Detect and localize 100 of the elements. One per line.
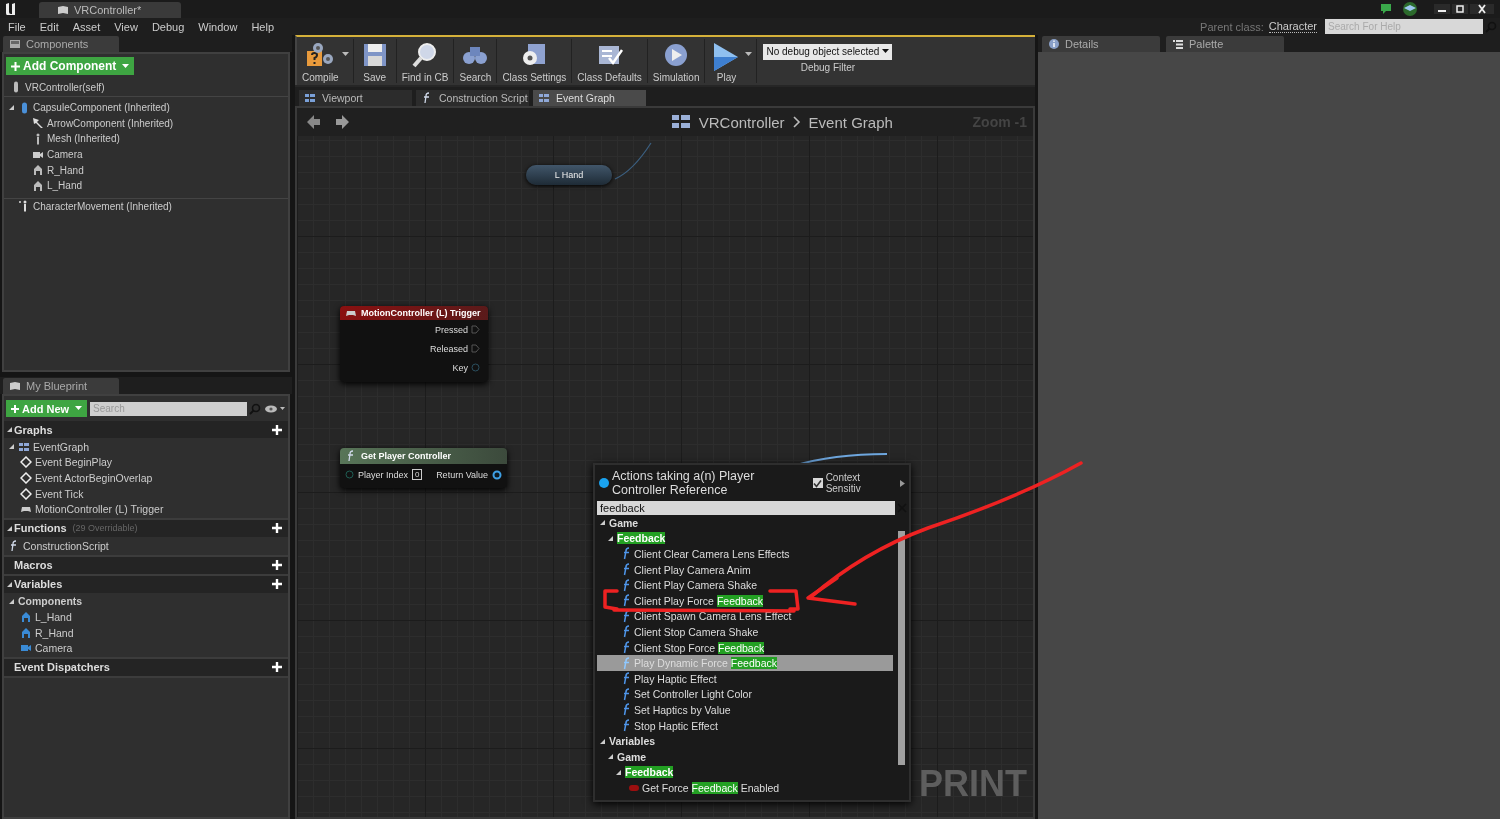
breadcrumb-link[interactable]: Event Graph — [808, 113, 893, 131]
menu-item[interactable]: Debug — [151, 20, 195, 33]
blueprint-item[interactable]: Event BeginPlay — [35, 456, 113, 469]
component-item[interactable]: CharacterMovement (Inherited) — [33, 200, 172, 212]
toolbar-button[interactable]: Class Defaults — [574, 41, 645, 83]
component-item[interactable]: Camera — [47, 149, 83, 161]
plus-icon[interactable] — [272, 662, 282, 673]
expand-arrow-icon[interactable] — [8, 443, 15, 451]
panel-tab[interactable]: My Blueprint — [3, 378, 119, 394]
panel-tab[interactable]: Details — [1042, 36, 1160, 52]
back-arrow-icon[interactable] — [305, 114, 321, 130]
panel-tab[interactable]: Palette — [1166, 36, 1284, 52]
function-icon — [621, 563, 631, 577]
expand-arrow-icon[interactable] — [6, 580, 13, 588]
expand-arrow-icon[interactable] — [615, 768, 622, 776]
pin-label: Released — [429, 343, 468, 354]
blueprint-item[interactable]: EventGraph — [33, 440, 90, 453]
menu-item[interactable]: File — [8, 20, 36, 33]
blueprint-item[interactable]: R_Hand — [35, 626, 74, 639]
expand-arrow-icon[interactable] — [607, 753, 614, 761]
variable-node[interactable]: L Hand — [526, 165, 612, 185]
plus-icon[interactable] — [272, 424, 282, 435]
component-item[interactable]: ArrowComponent (Inherited) — [47, 117, 174, 129]
expand-arrow-icon[interactable] — [8, 597, 15, 605]
action-item[interactable]: Set Haptics by Value — [634, 703, 731, 716]
toolbar-button[interactable]: Play — [707, 41, 746, 83]
document-tab[interactable]: VRController* — [39, 2, 182, 18]
component-item[interactable]: Mesh (Inherited) — [47, 133, 120, 145]
toolbar-button[interactable]: Class Settings — [499, 41, 570, 83]
panel-tab[interactable]: Components — [3, 36, 119, 52]
action-item[interactable]: Client Play Camera Anim — [634, 563, 751, 576]
toolbar-button[interactable]: Find in CB — [398, 41, 452, 83]
minimize-icon[interactable] — [1434, 4, 1450, 14]
plus-icon[interactable] — [272, 579, 282, 590]
category-label[interactable]: Components — [18, 595, 83, 608]
editor-tab[interactable]: Viewport — [299, 90, 412, 106]
toolbar-button[interactable]: Save — [355, 41, 394, 83]
menu-item[interactable]: View — [114, 20, 148, 33]
data-pin-icon[interactable] — [492, 469, 502, 480]
category-label[interactable]: Game — [609, 516, 639, 529]
action-item[interactable]: Client Play Force Feedback — [634, 594, 763, 607]
section-header[interactable]: Graphs — [4, 421, 288, 438]
plus-icon[interactable] — [272, 523, 282, 534]
menu-item[interactable]: Asset — [72, 20, 111, 33]
blueprint-item[interactable]: L_Hand — [35, 610, 72, 623]
eye-icon[interactable] — [264, 403, 286, 414]
expand-arrow-icon[interactable] — [599, 737, 606, 745]
menu-item[interactable]: Help — [251, 20, 285, 33]
editor-tab[interactable]: Construction Script — [416, 90, 529, 106]
blueprint-item[interactable]: Event Tick — [35, 487, 84, 500]
caret-icon[interactable] — [745, 52, 753, 57]
breadcrumb-link[interactable]: VRController — [698, 113, 785, 131]
action-item[interactable]: Client Clear Camera Lens Effects — [634, 548, 790, 560]
component-item[interactable]: R_Hand — [47, 164, 84, 176]
function-icon — [621, 719, 631, 732]
pin-value-field[interactable]: 0 — [412, 469, 423, 480]
action-item[interactable]: Client Play Camera Shake — [634, 579, 758, 592]
parent-class-link[interactable]: Character — [1268, 20, 1317, 33]
maximize-icon[interactable] — [1452, 4, 1468, 14]
search-field[interactable]: feedback — [597, 501, 895, 515]
toolbar-button[interactable]: Simulation — [649, 41, 703, 83]
category-label[interactable]: Variables — [609, 735, 656, 748]
action-item[interactable]: Stop Haptic Effect — [634, 719, 718, 732]
checkbox[interactable] — [812, 478, 823, 488]
component-item[interactable]: L_Hand — [47, 180, 83, 192]
debug-object-dropdown[interactable]: No debug object selected — [763, 43, 893, 60]
action-item[interactable]: Play Haptic Effect — [634, 672, 717, 685]
diamond-icon — [20, 487, 32, 500]
forward-arrow-icon[interactable] — [335, 114, 351, 130]
blueprint-item[interactable]: ConstructionScript — [23, 539, 109, 552]
action-item[interactable]: Client Stop Force Feedback — [634, 641, 765, 654]
menu-item[interactable]: Window — [198, 20, 248, 33]
action-item[interactable]: Get Force Feedback Enabled — [642, 781, 780, 794]
component-item[interactable]: CapsuleComponent (Inherited) — [33, 102, 170, 114]
expand-arrow-icon[interactable] — [607, 534, 614, 542]
editor-tab[interactable]: Event Graph — [533, 90, 646, 106]
toolbar-button[interactable]: Search — [456, 41, 495, 83]
graph-canvas[interactable] — [295, 106, 1035, 819]
component-item[interactable]: VRController(self) — [25, 81, 105, 93]
category-label[interactable]: Game — [617, 750, 647, 763]
close-icon[interactable] — [1470, 4, 1494, 14]
expand-arrow-icon[interactable] — [6, 426, 13, 433]
blueprint-item[interactable]: MotionController (L) Trigger — [35, 503, 164, 516]
blueprint-item[interactable]: Event ActorBeginOverlap — [35, 472, 153, 484]
plus-icon[interactable] — [272, 560, 282, 571]
expand-arrow-icon[interactable] — [6, 524, 13, 532]
toolbar-button[interactable]: Compile — [299, 41, 342, 83]
function-node[interactable]: Get Player Controller Player Index 0 Return Value — [340, 448, 507, 488]
action-item[interactable]: Client Stop Camera Shake — [634, 625, 759, 638]
menu-item[interactable]: Edit — [39, 20, 69, 33]
action-item[interactable]: Client Spawn Camera Lens Effect — [634, 610, 792, 623]
scrollbar-thumb[interactable] — [898, 531, 905, 765]
function-icon — [621, 594, 631, 608]
caret-right-icon[interactable] — [900, 479, 905, 487]
arrow-icon — [32, 117, 44, 130]
expand-arrow-icon[interactable] — [599, 519, 606, 527]
expand-arrow-icon[interactable] — [8, 104, 15, 112]
action-item[interactable]: Set Controller Light Color — [634, 688, 752, 701]
caret-icon[interactable] — [341, 52, 349, 57]
blueprint-item[interactable]: Camera — [35, 642, 73, 655]
